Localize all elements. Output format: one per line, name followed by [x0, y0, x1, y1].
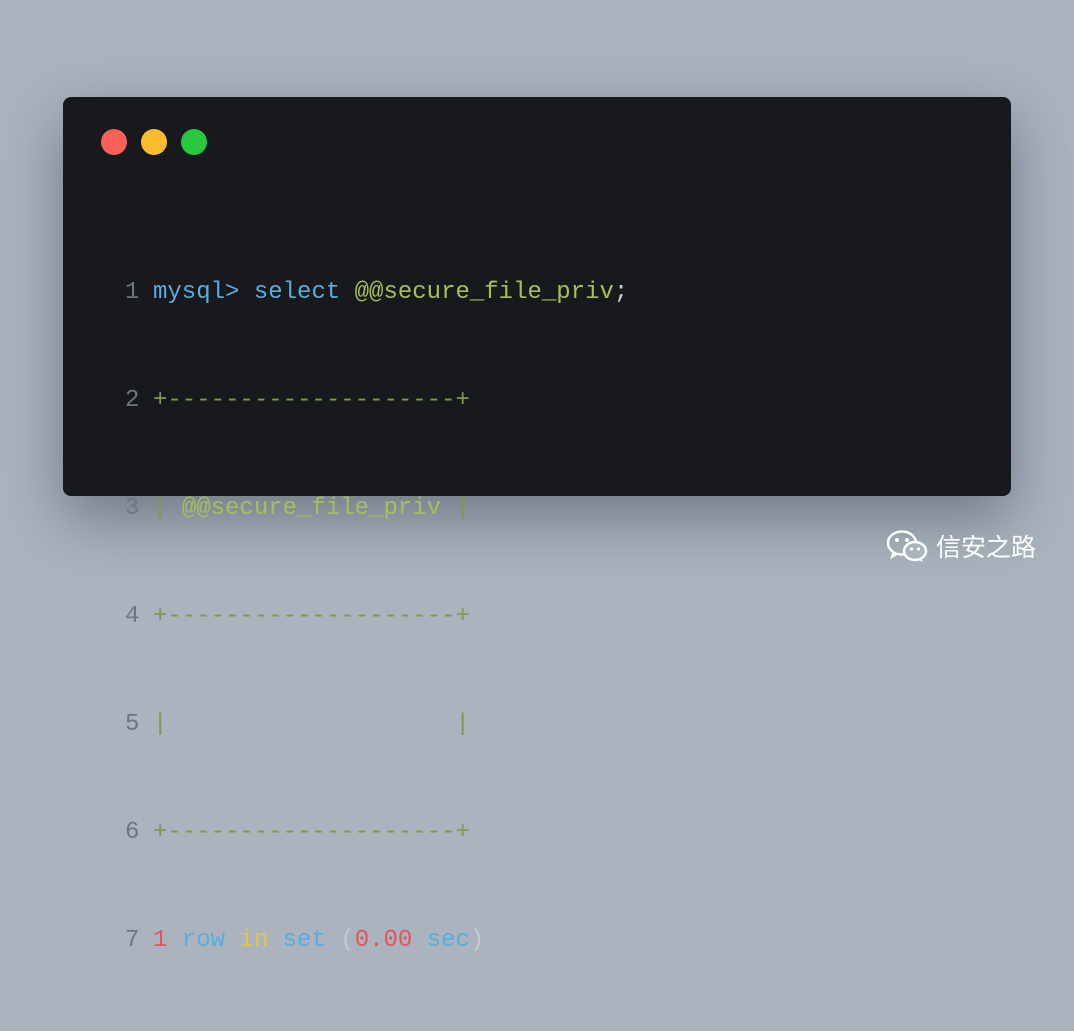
column-header: @@secure_file_priv — [181, 495, 442, 522]
table-pipe-right: | — [455, 711, 470, 738]
sec-word: sec — [426, 927, 470, 954]
select-keyword: select — [253, 279, 341, 306]
code-block: 1 mysql> select @@secure_file_priv; 2 +---… — [125, 203, 628, 1031]
code-line-3: 3 | @@secure_file_priv | — [125, 491, 628, 527]
paren-close: ) — [469, 927, 485, 954]
in-word: in — [239, 927, 269, 954]
line-number: 4 — [125, 603, 140, 630]
watermark: 信安之路 — [886, 528, 1036, 564]
table-border: +--------------------+ — [153, 387, 470, 414]
table-border: +--------------------+ — [153, 603, 470, 630]
mysql-prompt: mysql> — [153, 279, 240, 306]
code-line-1: 1 mysql> select @@secure_file_priv; — [125, 275, 628, 311]
line-number: 3 — [125, 495, 140, 522]
table-pipe-right: | — [455, 495, 470, 522]
paren-open: ( — [340, 927, 355, 954]
code-line-2: 2 +--------------------+ — [125, 383, 628, 419]
line-number: 6 — [125, 819, 140, 846]
set-word: set — [282, 927, 326, 954]
window-controls — [101, 129, 207, 155]
maximize-button[interactable] — [181, 129, 207, 155]
code-window: 1 mysql> select @@secure_file_priv; 2 +---… — [63, 97, 1011, 954]
code-line-7: 71 row in set (0.00 sec) — [125, 923, 628, 959]
line-number: 5 — [125, 711, 140, 738]
code-line-5: 5 | | — [125, 707, 628, 743]
variable-name: @@secure_file_priv — [354, 279, 614, 306]
code-line-4: 4 +--------------------+ — [125, 599, 628, 635]
line-number: 7 — [125, 927, 140, 954]
close-button[interactable] — [101, 129, 127, 155]
line-number: 1 — [125, 279, 140, 306]
row-count: 1 — [153, 927, 168, 954]
line-number: 2 — [125, 387, 140, 414]
table-pipe-left: | — [153, 711, 168, 738]
table-border: +--------------------+ — [153, 819, 470, 846]
wechat-icon — [886, 530, 928, 562]
minimize-button[interactable] — [141, 129, 167, 155]
row-word: row — [181, 927, 226, 954]
table-pipe-left: | — [153, 495, 168, 522]
code-line-6: 6 +--------------------+ — [125, 815, 628, 851]
watermark-text: 信安之路 — [936, 533, 1037, 562]
semicolon: ; — [613, 279, 629, 306]
elapsed-time: 0.00 — [354, 927, 413, 954]
